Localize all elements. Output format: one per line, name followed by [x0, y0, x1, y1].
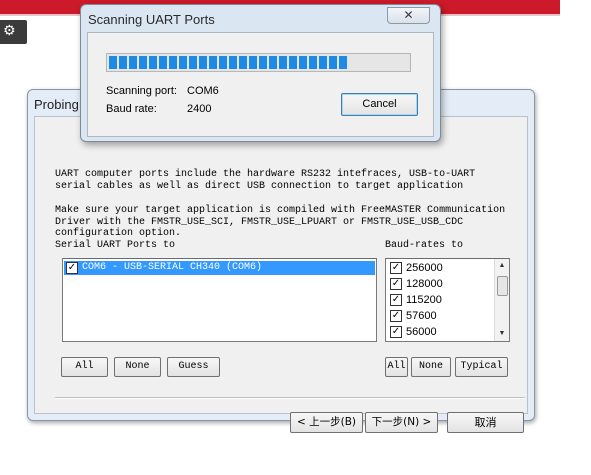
baud-rate-label: Baud rate: [106, 103, 157, 115]
baud-item-label: 115200 [406, 294, 442, 306]
baud-item-label: 128000 [406, 278, 443, 290]
next-button[interactable]: 下一步(N) > [365, 412, 438, 433]
baud-rates-label: Baud-rates to [385, 240, 464, 251]
probing-dialog-title: Probing [34, 97, 79, 112]
gear-icon: ⚙ [3, 23, 16, 39]
probing-dialog-body: UART computer ports include the hardware… [34, 116, 528, 433]
baud-item-label: 57600 [406, 310, 437, 322]
scan-progress-bar [106, 53, 411, 72]
serial-ports-list[interactable]: ✓ COM6 - USB-SERIAL CH340 (COM6) [62, 258, 377, 342]
baud-list-scrollbar[interactable]: ▲ ▼ [494, 259, 509, 341]
scanning-dialog-title: Scanning UART Ports [88, 12, 215, 27]
baud-rates-list[interactable]: ✓ 256000 ✓ 128000 ✓ 115200 ✓ 57600 ✓ 560… [385, 258, 510, 342]
scanning-dialog: Scanning UART Ports ✕ Scanning port: COM… [80, 4, 441, 142]
baud-checkbox[interactable]: ✓ [390, 310, 402, 322]
baud-item-label: 56000 [406, 326, 437, 338]
settings-button[interactable]: ⚙ [0, 20, 27, 44]
baud-checkbox[interactable]: ✓ [390, 294, 402, 306]
guess-ports-button[interactable]: Guess [167, 357, 220, 377]
select-none-baud-button[interactable]: None [411, 357, 451, 377]
scanning-port-value: COM6 [187, 85, 219, 97]
baud-checkbox[interactable]: ✓ [390, 278, 402, 290]
baud-item[interactable]: ✓ 128000 [389, 276, 489, 292]
baud-item[interactable]: ✓ 57600 [389, 308, 489, 324]
scrollbar-thumb[interactable] [497, 276, 508, 296]
select-all-ports-button[interactable]: All [61, 357, 108, 377]
baud-item[interactable]: ✓ 56000 [389, 324, 489, 340]
scanning-port-label: Scanning port: [106, 85, 177, 97]
baud-checkbox[interactable]: ✓ [390, 262, 402, 274]
back-button[interactable]: < 上一步(B) [290, 412, 363, 433]
port-item-label: COM6 - USB-SERIAL CH340 (COM6) [82, 262, 263, 273]
scan-progress-fill [109, 56, 348, 69]
scroll-up-arrow-icon[interactable]: ▲ [497, 261, 507, 271]
wizard-cancel-button[interactable]: 取消 [447, 412, 524, 433]
port-item-com6[interactable]: ✓ COM6 - USB-SERIAL CH340 (COM6) [64, 261, 375, 275]
divider [55, 397, 525, 399]
port-checkbox[interactable]: ✓ [66, 262, 78, 274]
typical-baud-button[interactable]: Typical [455, 357, 508, 377]
baud-item[interactable]: ✓ 256000 [389, 260, 489, 276]
scanning-dialog-body: Scanning port: COM6 Baud rate: 2400 Canc… [87, 32, 434, 137]
baud-item-label: 256000 [406, 262, 443, 274]
scroll-down-arrow-icon[interactable]: ▼ [497, 329, 507, 339]
serial-ports-label: Serial UART Ports to [55, 240, 176, 251]
baud-checkbox[interactable]: ✓ [390, 326, 402, 338]
baud-rate-value: 2400 [187, 103, 212, 115]
help-text-driver: Make sure your target application is com… [55, 205, 506, 239]
cancel-scan-button[interactable]: Cancel [341, 93, 418, 116]
help-text-ports: UART computer ports include the hardware… [55, 169, 476, 192]
select-all-baud-button[interactable]: All [385, 357, 408, 377]
close-icon[interactable]: ✕ [387, 7, 430, 24]
baud-item[interactable]: ✓ 115200 [389, 292, 489, 308]
select-none-ports-button[interactable]: None [114, 357, 161, 377]
